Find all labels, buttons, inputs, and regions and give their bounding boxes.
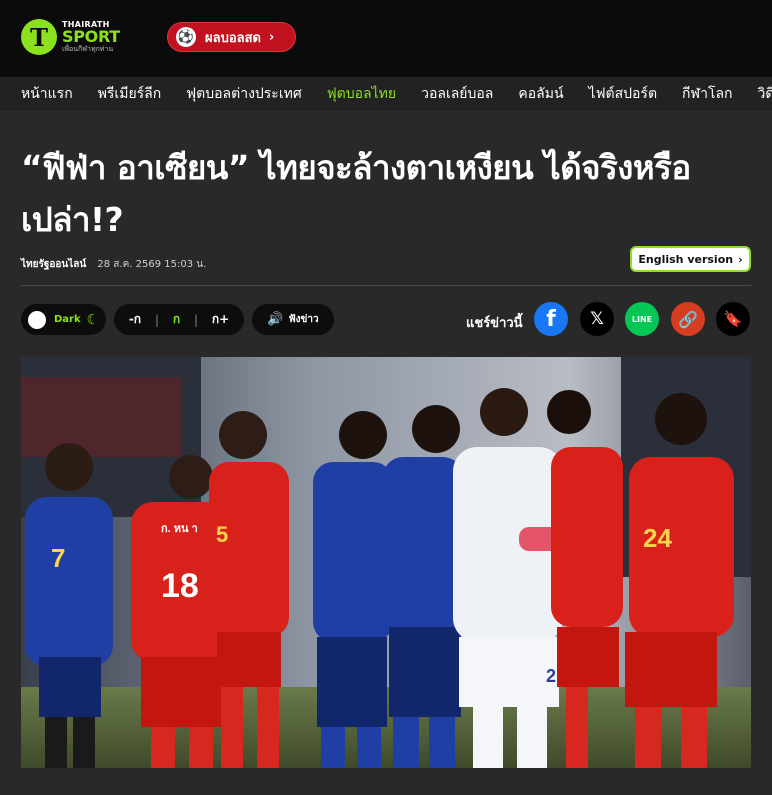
top-header: T THAIRATH SPORT เพื่อนกีฬาทุกท่าน ⚽ ผลบ… — [0, 0, 772, 77]
facebook-share-icon[interactable]: f — [534, 302, 568, 336]
live-scores-label: ผลบอลสด — [205, 30, 261, 46]
dark-mode-toggle[interactable]: Dark ☾ — [21, 304, 106, 335]
nav-item[interactable]: ฟุตบอลต่างประเทศ — [186, 83, 302, 105]
nav-item[interactable]: กีฬาโลก — [682, 83, 732, 105]
football-icon: ⚽ — [176, 27, 196, 47]
jersey-number: 18 — [161, 567, 199, 605]
football-players-photo: 7 ก. หน า 18 5 2 24 — [21, 357, 751, 768]
font-larger-button[interactable]: ก+ — [212, 310, 229, 329]
article-date: 28 ส.ค. 2569 15:03 น. — [97, 259, 207, 270]
font-size-control: -ก | ก | ก+ — [114, 304, 244, 335]
speaker-icon: 🔊 — [267, 312, 284, 327]
line-share-icon[interactable]: LINE — [625, 302, 659, 336]
listen-news-button[interactable]: 🔊 ฟังข่าว — [252, 304, 334, 335]
article-meta: ไทยรัฐออนไลน์ 28 ส.ค. 2569 15:03 น. — [21, 257, 206, 272]
logo-big-text: SPORT — [62, 27, 120, 46]
share-label: แชร์ข่าวนี้ — [466, 316, 523, 331]
page-bottom — [0, 768, 772, 795]
live-scores-button[interactable]: ⚽ ผลบอลสด › — [167, 22, 296, 52]
bookmark-icon[interactable]: 🔖 — [716, 302, 750, 336]
moon-icon: ☾ — [86, 311, 100, 328]
nav-item[interactable]: พรีเมียร์ลีก — [98, 83, 162, 105]
nav-item[interactable]: วิดีโ — [758, 83, 772, 105]
english-version-label: English version — [638, 252, 734, 266]
article-source: ไทยรัฐออนไลน์ — [21, 259, 87, 270]
player-blue-middle — [313, 411, 393, 768]
main-nav: หน้าแรก พรีเมียร์ลีก ฟุตบอลต่างประเทศ ฟุตบอ… — [0, 77, 772, 111]
player-blue-right — [383, 405, 463, 768]
logo-tagline: เพื่อนกีฬาทุกท่าน — [62, 45, 114, 53]
separator: | — [154, 312, 160, 327]
thairath-sport-logo[interactable]: T THAIRATH SPORT เพื่อนกีฬาทุกท่าน — [21, 19, 120, 55]
jersey-number: 2 — [546, 666, 556, 686]
listen-label: ฟังข่าว — [288, 314, 319, 325]
copy-link-icon[interactable]: 🔗 — [671, 302, 705, 336]
nav-item[interactable]: วอลเลย์บอล — [421, 83, 493, 105]
article-title: “ฟีฟ่า อาเซียน” ไทยจะล้างตาเหงียน ได้จริ… — [21, 148, 691, 239]
line-label: LINE — [631, 314, 653, 324]
divider — [21, 285, 751, 286]
logo-t-icon: T — [21, 19, 57, 55]
jersey-number: 7 — [51, 543, 65, 573]
english-version-button[interactable]: English version › — [630, 246, 751, 272]
font-normal-button[interactable]: ก — [173, 310, 180, 329]
chevron-right-icon: › — [738, 252, 743, 266]
nav-item[interactable]: ฟุตบอลไทย — [327, 83, 396, 105]
font-smaller-button[interactable]: -ก — [129, 310, 141, 329]
dark-mode-label: Dark — [54, 314, 81, 325]
article-hero-photo: 7 ก. หน า 18 5 2 24 — [21, 357, 751, 768]
jersey-name: ก. หน า — [161, 523, 198, 535]
jersey-number: 5 — [216, 522, 228, 547]
nav-item[interactable]: คอลัมน์ — [518, 83, 563, 105]
separator: | — [193, 312, 199, 327]
toggle-knob — [28, 310, 46, 329]
chevron-right-icon: › — [269, 29, 275, 45]
nav-item[interactable]: หน้าแรก — [21, 83, 73, 105]
jersey-number: 24 — [643, 523, 672, 553]
x-share-icon[interactable]: 𝕏 — [580, 302, 614, 336]
nav-item[interactable]: ไฟต์สปอร์ต — [589, 83, 658, 105]
